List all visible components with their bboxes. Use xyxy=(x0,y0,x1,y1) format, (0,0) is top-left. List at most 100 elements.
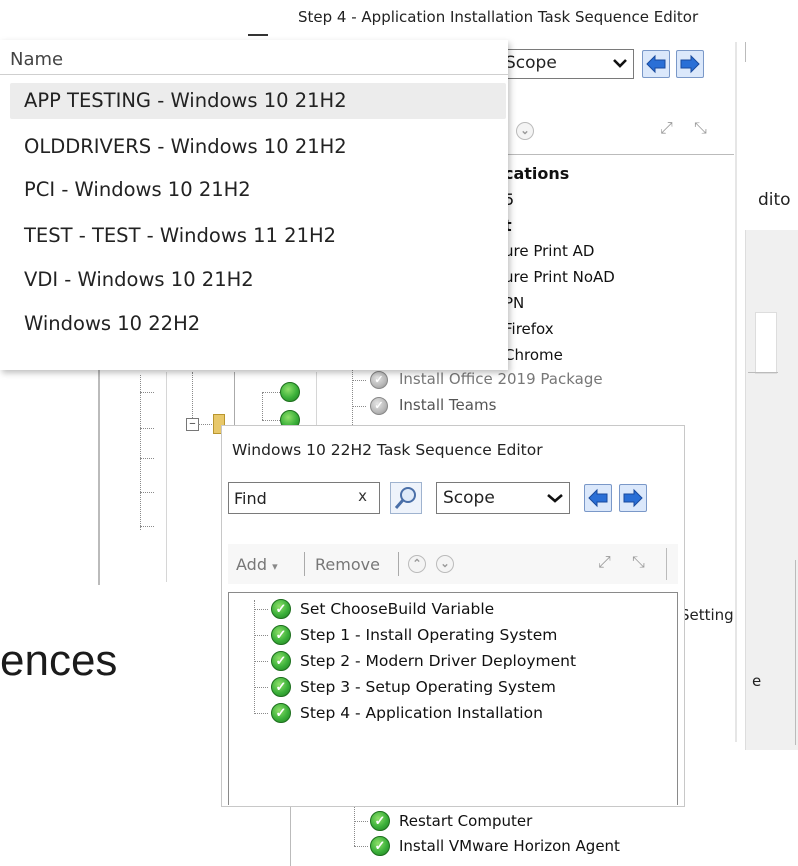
tree-connector xyxy=(352,406,366,407)
tree-connector xyxy=(254,687,268,688)
disabled-check-icon: ✓ xyxy=(370,397,388,415)
tree-connector xyxy=(352,380,366,381)
list-item[interactable]: OLDDRIVERS - Windows 10 21H2 xyxy=(24,135,347,158)
bg-bottom-right-line xyxy=(795,560,796,745)
move-down-icon[interactable]: ⌄ xyxy=(436,555,454,573)
remove-button[interactable]: Remove xyxy=(315,555,380,574)
tree-connector xyxy=(254,713,268,714)
arrow-left-icon xyxy=(588,488,608,508)
tree-connector xyxy=(262,420,280,421)
chevron-down-icon xyxy=(613,54,627,77)
bg-window-title: Step 4 - Application Installation Task S… xyxy=(298,8,699,26)
tree-item[interactable]: Step 4 - Application Installation xyxy=(300,704,543,722)
tree-connector xyxy=(254,600,255,714)
bg-bottom-panel xyxy=(290,800,798,866)
tree-connector xyxy=(140,458,154,459)
check-icon xyxy=(280,382,300,402)
bg-right-edge xyxy=(745,42,746,62)
arrow-right-icon xyxy=(623,488,643,508)
bg-bottom-item: Restart Computer xyxy=(399,812,533,830)
tree-connector xyxy=(140,428,154,429)
list-item[interactable]: VDI - Windows 10 21H2 xyxy=(24,268,254,291)
back-button[interactable] xyxy=(584,484,612,512)
tree-connector xyxy=(254,609,268,610)
front-window-title: Windows 10 22H2 Task Sequence Editor xyxy=(232,441,543,459)
tree-item[interactable]: Step 3 - Setup Operating System xyxy=(300,678,556,696)
arrow-left-icon xyxy=(646,54,666,74)
bg-right-tab xyxy=(755,312,777,374)
list-item[interactable]: PCI - Windows 10 21H2 xyxy=(24,178,251,201)
check-icon: ✓ xyxy=(370,811,390,831)
bg-item-disabled: Install Teams xyxy=(399,396,497,414)
tree-connector xyxy=(140,375,141,530)
tree-connector xyxy=(254,635,268,636)
add-label: Add xyxy=(236,555,267,574)
collapse-icon[interactable]: ⤡ xyxy=(694,120,707,138)
bg-item: Chrome xyxy=(504,346,563,364)
search-button[interactable] xyxy=(390,482,422,514)
bg-item-group: cations xyxy=(504,164,570,183)
mid-window-vline xyxy=(316,372,317,432)
tree-item[interactable]: Step 1 - Install Operating System xyxy=(300,626,557,644)
tree-item[interactable]: Step 2 - Modern Driver Deployment xyxy=(300,652,576,670)
list-item[interactable]: Windows 10 22H2 xyxy=(24,312,200,335)
task-sequence-tree xyxy=(228,592,678,805)
expand-icon[interactable]: ⤢ xyxy=(598,554,611,572)
bg-right-line xyxy=(748,372,778,373)
find-input[interactable]: Find x xyxy=(228,482,380,514)
bg-back-button[interactable] xyxy=(642,50,670,78)
check-icon: ✓ xyxy=(271,651,291,671)
expand-icon[interactable]: ⤢ xyxy=(660,120,673,138)
right-fragment-e: e xyxy=(752,672,762,690)
bg-bottom-vline xyxy=(290,800,291,866)
bg-bottom-item: Install VMware Horizon Agent xyxy=(399,837,620,855)
bg-item: ure Print NoAD xyxy=(504,268,615,286)
tree-connector xyxy=(262,392,263,420)
list-header-separator xyxy=(0,74,508,75)
forward-button[interactable] xyxy=(619,484,647,512)
check-icon: ✓ xyxy=(271,703,291,723)
right-fragment-dito: dito xyxy=(758,190,791,210)
toolbar-separator xyxy=(304,552,305,576)
tree-item[interactable]: Set ChooseBuild Variable xyxy=(300,600,494,618)
tree-connector xyxy=(140,392,154,393)
chevron-down-icon xyxy=(547,489,563,512)
tree-connector xyxy=(254,661,268,662)
tree-connector xyxy=(140,526,154,527)
tree-connector xyxy=(354,846,368,847)
mid-window-vline xyxy=(166,372,167,582)
list-popup-top-tab xyxy=(248,34,268,36)
toolbar-separator xyxy=(398,552,399,576)
bg-item: Firefox xyxy=(504,320,554,338)
scope-value: Scope xyxy=(443,488,495,508)
list-item[interactable]: APP TESTING - Windows 10 21H2 xyxy=(24,89,347,112)
check-icon: ✓ xyxy=(370,836,390,856)
bg-panel-divider xyxy=(735,42,737,742)
move-down-icon[interactable]: ⌄ xyxy=(516,122,534,140)
arrow-right-icon xyxy=(680,54,700,74)
bg-item: ure Print AD xyxy=(504,242,595,260)
scope-dropdown[interactable]: Scope xyxy=(436,482,570,514)
tree-connector xyxy=(262,392,280,393)
tree-connector xyxy=(140,492,154,493)
list-item[interactable]: TEST - TEST - Windows 11 21H2 xyxy=(24,224,336,247)
search-icon xyxy=(394,487,416,509)
check-icon: ✓ xyxy=(271,625,291,645)
collapse-icon[interactable]: ⤡ xyxy=(632,554,645,572)
bg-scope-dropdown[interactable]: Scope xyxy=(498,49,634,79)
bg-scope-value: Scope xyxy=(505,53,557,73)
tree-connector xyxy=(198,424,212,425)
bg-forward-button[interactable] xyxy=(676,50,704,78)
list-header-name[interactable]: Name xyxy=(10,49,63,70)
disabled-check-icon: ✓ xyxy=(370,371,388,389)
check-icon: ✓ xyxy=(271,677,291,697)
tree-connector xyxy=(192,372,193,424)
add-button[interactable]: Add ▾ xyxy=(236,555,278,574)
find-clear-icon[interactable]: x xyxy=(358,487,367,505)
bg-item-disabled: Install Office 2019 Package xyxy=(399,370,603,388)
tree-connector xyxy=(354,800,355,846)
chevron-down-icon: ▾ xyxy=(272,560,278,573)
background-heading-fragment: ences xyxy=(0,636,118,685)
move-up-icon[interactable]: ⌃ xyxy=(408,555,426,573)
right-fragment-setting: Setting xyxy=(680,606,734,624)
